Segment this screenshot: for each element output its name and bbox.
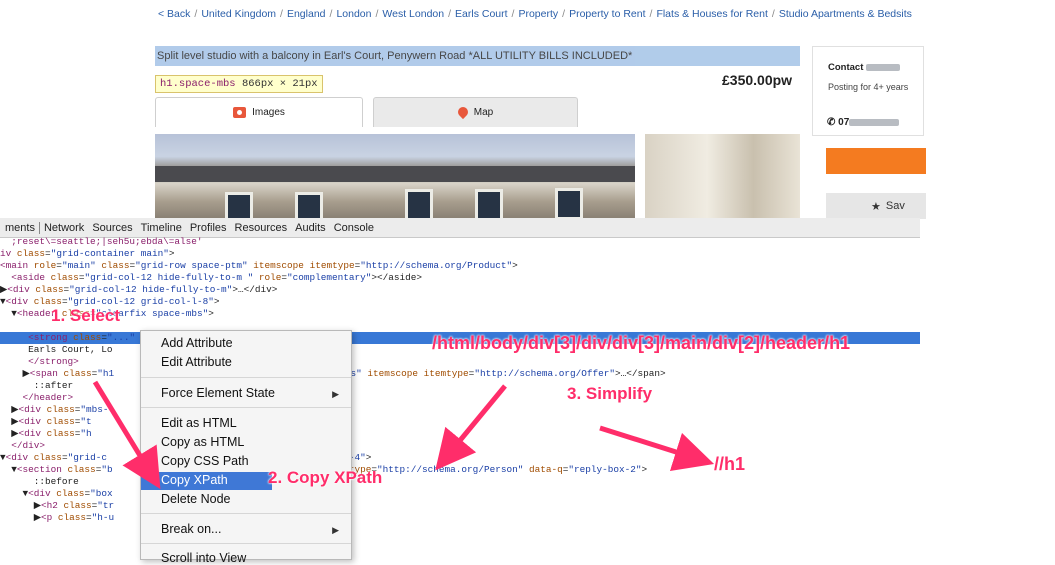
arrow-select-to-copy	[92, 380, 161, 490]
arrow-copy-to-xpath	[435, 384, 507, 471]
annotation-arrows	[92, 380, 715, 490]
arrow-simplify	[599, 425, 715, 472]
